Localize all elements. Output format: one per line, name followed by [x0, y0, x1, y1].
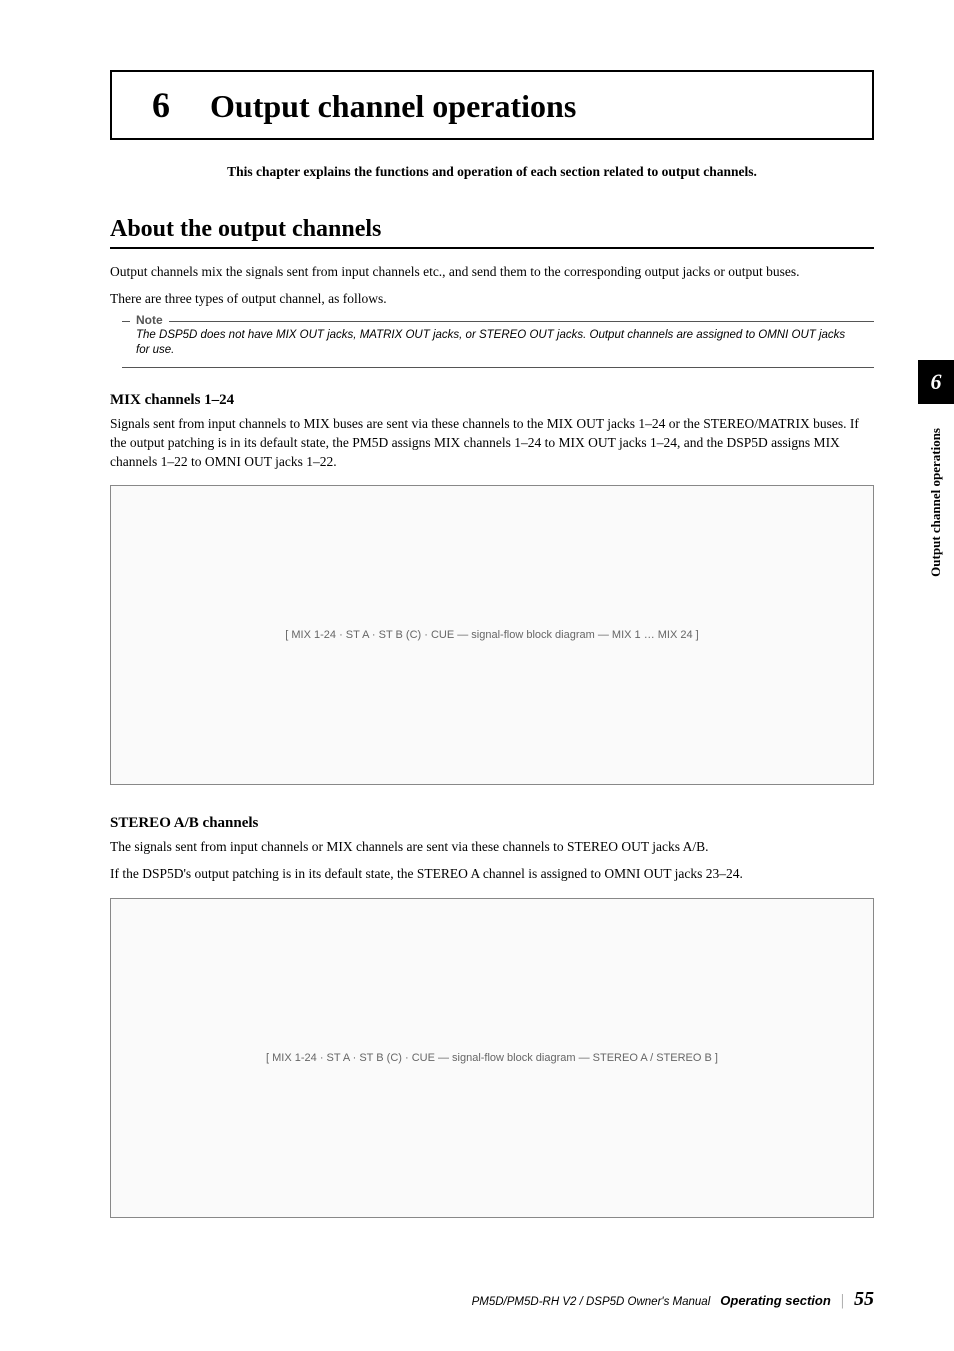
sub1-heading: MIX channels 1–24 [110, 392, 874, 409]
side-tab: 6 Output channel operations [918, 360, 954, 581]
footer-divider: | [841, 1292, 844, 1310]
sub2-text1: The signals sent from input channels or … [110, 838, 874, 857]
section-para2: There are three types of output channel,… [110, 290, 874, 309]
chapter-title-box: 6 Output channel operations [110, 70, 874, 140]
footer-page-number: 55 [854, 1288, 874, 1311]
footer-section: Operating section [720, 1293, 831, 1308]
note-label: Note [130, 313, 169, 327]
chapter-number: 6 [152, 84, 170, 126]
section-heading: About the output channels [110, 216, 874, 249]
side-tab-number: 6 [918, 360, 954, 404]
footer-manual: PM5D/PM5D-RH V2 / DSP5D Owner's Manual [472, 1296, 711, 1308]
side-tab-label: Output channel operations [928, 424, 944, 581]
sub1-text: Signals sent from input channels to MIX … [110, 415, 874, 472]
sub2-text2: If the DSP5D's output patching is in its… [110, 865, 874, 884]
diagram2-caption: [ MIX 1-24 · ST A · ST B (C) · CUE — sig… [266, 1052, 718, 1064]
mix-channels-diagram: [ MIX 1-24 · ST A · ST B (C) · CUE — sig… [110, 485, 874, 785]
chapter-title: Output channel operations [210, 88, 576, 125]
stereo-channels-diagram: [ MIX 1-24 · ST A · ST B (C) · CUE — sig… [110, 898, 874, 1218]
note-text: The DSP5D does not have MIX OUT jacks, M… [136, 328, 860, 359]
note-box: Note The DSP5D does not have MIX OUT jac… [122, 321, 874, 368]
sub2-heading: STEREO A/B channels [110, 815, 874, 832]
section-para1: Output channels mix the signals sent fro… [110, 263, 874, 282]
chapter-intro: This chapter explains the functions and … [110, 164, 874, 180]
page-footer: PM5D/PM5D-RH V2 / DSP5D Owner's Manual O… [110, 1288, 874, 1311]
diagram1-caption: [ MIX 1-24 · ST A · ST B (C) · CUE — sig… [285, 629, 698, 641]
